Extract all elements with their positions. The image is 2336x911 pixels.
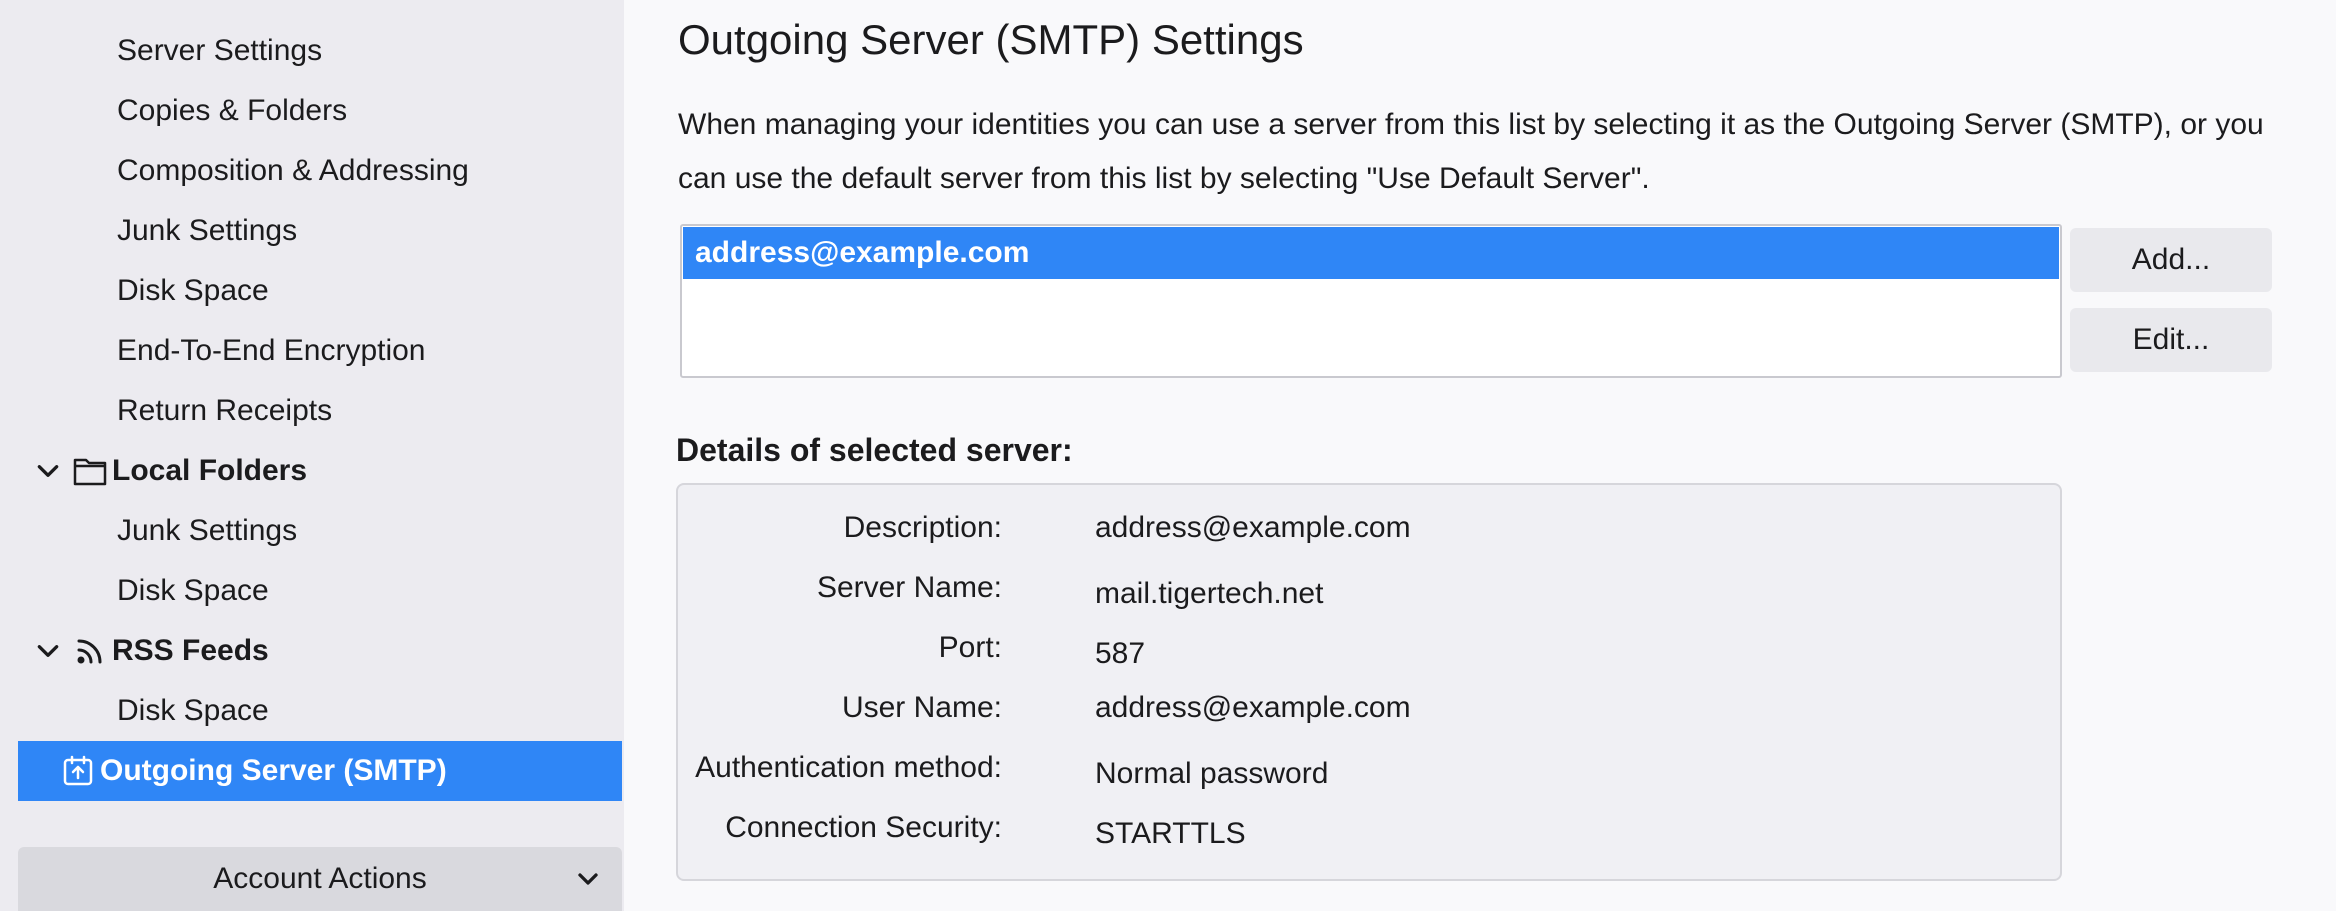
sidebar-item-outgoing-server[interactable]: Outgoing Server (SMTP) [18,741,622,801]
sidebar-item-junk-settings[interactable]: Junk Settings [18,201,622,261]
sidebar-item-disk-space[interactable]: Disk Space [18,681,622,741]
sidebar-item-label: Return Receipts [117,394,333,427]
main-panel: Outgoing Server (SMTP) Settings When man… [624,0,2336,911]
sidebar-item-label: Server Settings [117,34,323,67]
sidebar-item-label: Junk Settings [117,514,298,547]
sidebar-item-composition-addressing[interactable]: Composition & Addressing [18,141,622,201]
sidebar-item-copies-folders[interactable]: Copies & Folders [18,81,622,141]
page-title: Outgoing Server (SMTP) Settings [678,16,1304,63]
description-label: Description: [843,511,1002,544]
sidebar-item-label: Composition & Addressing [117,154,469,187]
outgoing-server-icon [58,751,98,791]
auth-method-value: Normal password [1095,757,1329,790]
sidebar-group-rss-feeds[interactable]: RSS Feeds [18,621,622,681]
port-value: 587 [1095,637,1146,670]
server-name-value: mail.tigertech.net [1095,577,1324,610]
auth-method-label: Authentication method: [695,751,1002,784]
sidebar-group-label: Local Folders [112,454,308,487]
sidebar-item-disk-space[interactable]: Disk Space [18,261,622,321]
sidebar-group-label: RSS Feeds [112,634,269,667]
sidebar-item-label: Disk Space [117,694,269,727]
connection-security-value: STARTTLS [1095,817,1246,850]
rss-icon [70,631,110,671]
account-actions-button[interactable]: Account Actions [18,847,622,911]
sidebar-item-e2e-encryption[interactable]: End-To-End Encryption [18,321,622,381]
edit-button[interactable]: Edit... [2070,308,2272,372]
smtp-server-list[interactable]: address@example.com [680,224,2062,378]
sidebar-item-label: Copies & Folders [117,94,348,127]
page-description: When managing your identities you can us… [678,108,2264,195]
sidebar-item-disk-space[interactable]: Disk Space [18,561,622,621]
sidebar-item-label: Disk Space [117,274,269,307]
account-actions-label: Account Actions [213,862,427,895]
sidebar-item-junk-settings[interactable]: Junk Settings [18,501,622,561]
chevron-down-icon[interactable] [28,631,68,671]
connection-security-label: Connection Security: [725,811,1002,844]
sidebar-item-label: Outgoing Server (SMTP) [100,754,447,787]
sidebar-group-local-folders[interactable]: Local Folders [18,441,622,501]
sidebar-item-return-receipts[interactable]: Return Receipts [18,381,622,441]
list-item[interactable]: address@example.com [683,227,2059,279]
chevron-down-icon[interactable] [28,451,68,491]
folder-icon [70,451,110,491]
user-name-value: address@example.com [1095,691,1411,724]
port-label: Port: [938,631,1002,664]
server-details-panel: Description: address@example.com Server … [676,483,2062,881]
user-name-label: User Name: [841,691,1002,724]
sidebar-item-label: End-To-End Encryption [117,334,426,367]
server-name-label: Server Name: [816,571,1002,604]
chevron-down-icon [572,863,604,895]
add-button[interactable]: Add... [2070,228,2272,292]
sidebar-item-label: Disk Space [117,574,269,607]
description-value: address@example.com [1095,511,1411,544]
sidebar-item-label: Junk Settings [117,214,298,247]
details-heading: Details of selected server: [676,432,1073,468]
account-sidebar: Server Settings Copies & Folders Composi… [0,0,624,911]
sidebar-item-server-settings[interactable]: Server Settings [18,21,622,81]
